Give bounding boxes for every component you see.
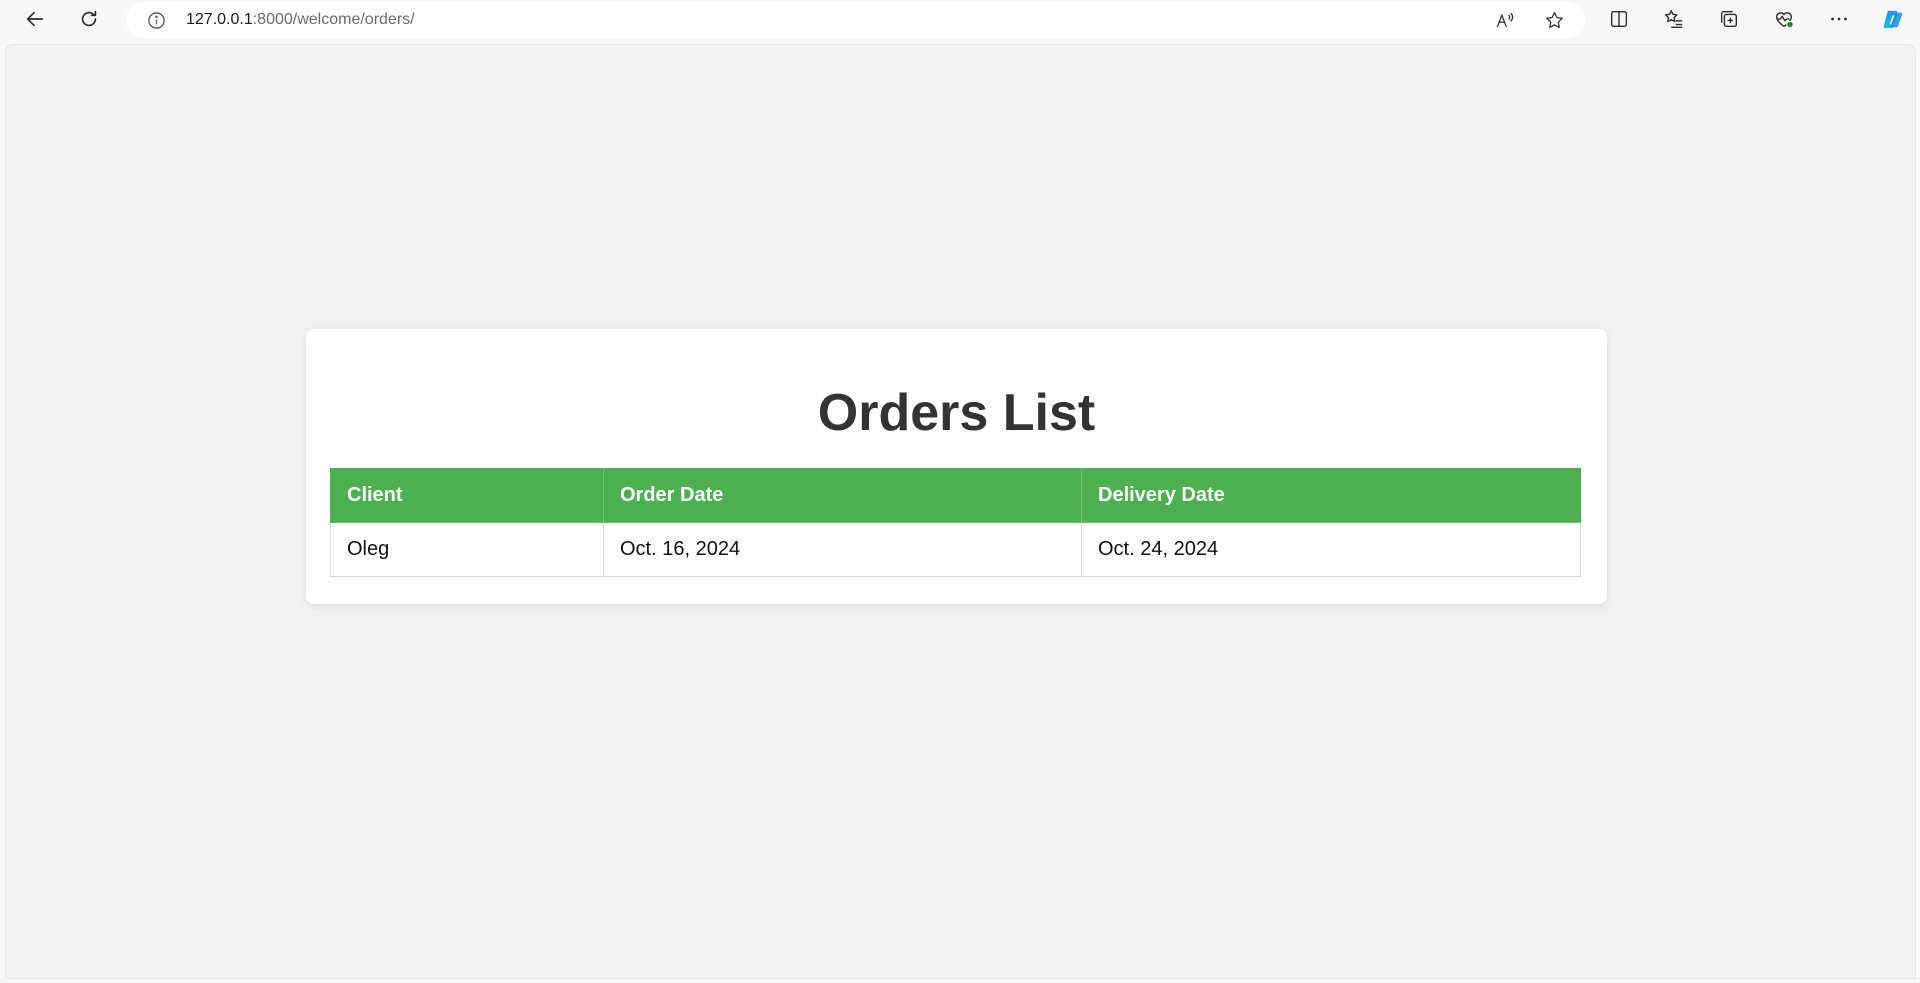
- more-dots-icon[interactable]: [1823, 3, 1855, 35]
- url-host: 127.0.0.1: [186, 11, 253, 28]
- collections-icon[interactable]: [1713, 3, 1745, 35]
- page-title: Orders List: [817, 384, 1096, 442]
- url-path: :8000/welcome/orders/: [252, 11, 415, 28]
- column-header-order-date: Order Date: [603, 468, 1082, 523]
- orders-table: Client Order Date Delivery Date Oleg Oct…: [330, 468, 1581, 577]
- cell-order-date: Oct. 16, 2024: [603, 522, 1082, 577]
- site-info-icon[interactable]: [146, 10, 166, 30]
- cell-client: Oleg: [330, 522, 604, 577]
- star-icon[interactable]: [1540, 6, 1568, 34]
- favorites-list-icon[interactable]: [1658, 3, 1690, 35]
- back-arrow-icon[interactable]: [19, 3, 51, 35]
- column-header-delivery-date: Delivery Date: [1081, 468, 1581, 523]
- table-header-row: Client Order Date Delivery Date: [330, 468, 1581, 523]
- read-aloud-icon[interactable]: [1490, 6, 1518, 34]
- browser-toolbar: 127.0.0.1:8000/welcome/orders/: [0, 0, 1920, 39]
- cell-delivery-date: Oct. 24, 2024: [1081, 522, 1581, 577]
- heart-pulse-icon[interactable]: [1768, 3, 1800, 35]
- orders-card: Orders List Client Order Date Delivery D…: [306, 329, 1607, 604]
- reload-icon[interactable]: [73, 3, 105, 35]
- column-header-client: Client: [330, 468, 604, 523]
- url-text[interactable]: 127.0.0.1:8000/welcome/orders/: [186, 2, 415, 38]
- address-bar[interactable]: 127.0.0.1:8000/welcome/orders/: [126, 2, 1585, 38]
- copilot-icon[interactable]: [1877, 3, 1909, 35]
- table-row: Oleg Oct. 16, 2024 Oct. 24, 2024: [330, 522, 1581, 577]
- split-screen-icon[interactable]: [1603, 3, 1635, 35]
